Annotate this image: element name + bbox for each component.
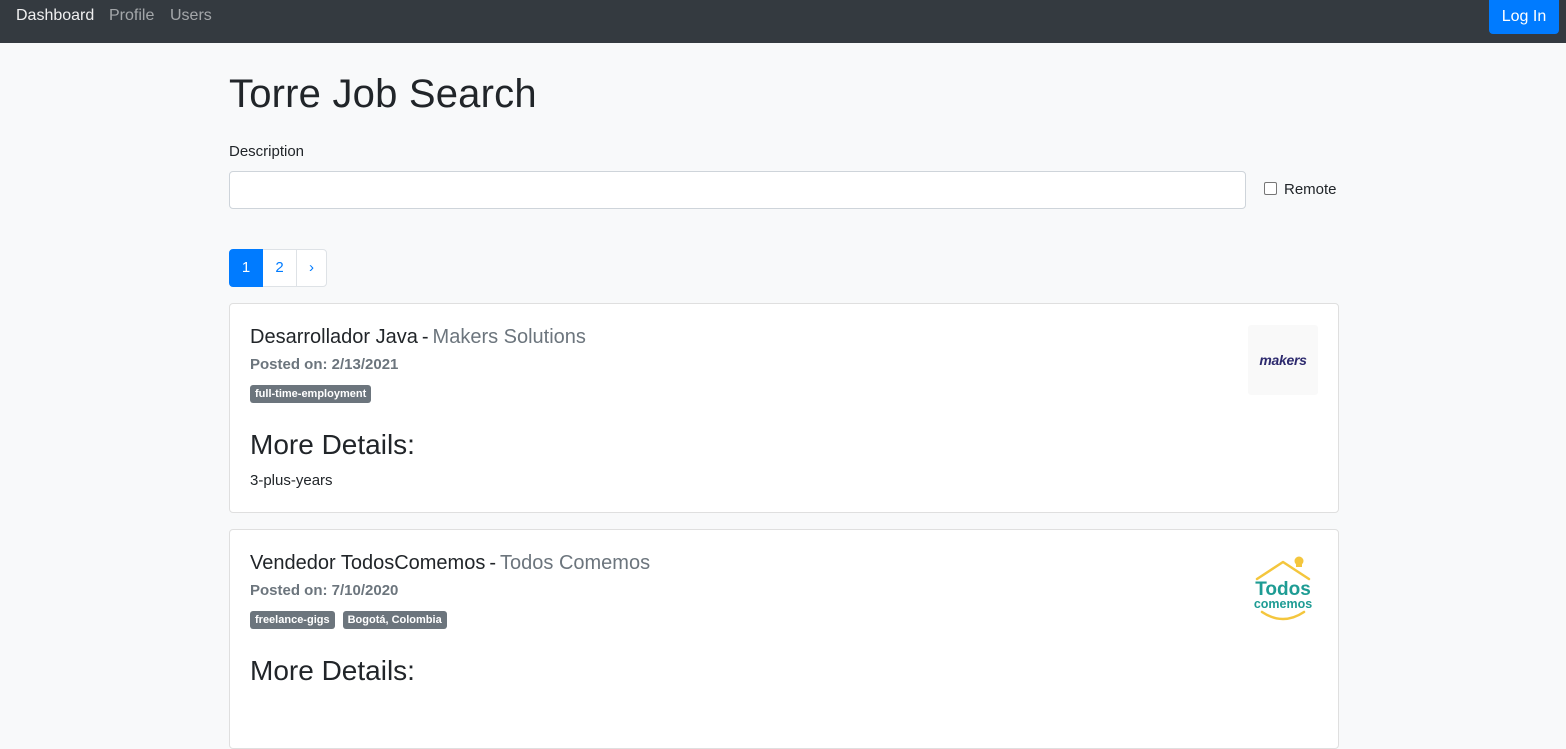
- nav-profile-link[interactable]: Profile: [109, 6, 154, 26]
- remote-label[interactable]: Remote: [1284, 180, 1337, 200]
- company-logo: Todos comemos: [1254, 556, 1312, 621]
- logo-smile-shape: [1260, 610, 1306, 621]
- tag-list: freelance-gigs Bogotá, Colombia: [250, 611, 455, 629]
- tag-badge: full-time-employment: [250, 385, 372, 403]
- description-label: Description: [229, 143, 305, 160]
- next-page-button[interactable]: ›: [296, 249, 327, 287]
- posted-date: Posted on: 7/10/2020: [250, 582, 399, 599]
- tag-list: full-time-employment: [250, 385, 379, 403]
- pagination: 1 2 ›: [229, 249, 327, 287]
- job-title: Desarrollador Java: [250, 326, 418, 348]
- job-title-line: Desarrollador Java - Makers Solutions: [250, 325, 586, 349]
- title-separator: -: [421, 326, 429, 348]
- posted-date: Posted on: 2/13/2021: [250, 356, 399, 373]
- description-input[interactable]: [229, 171, 1246, 209]
- title-separator: -: [489, 552, 497, 574]
- job-card: Vendedor TodosComemos - Todos Comemos Post…: [229, 529, 1339, 749]
- job-title: Vendedor TodosComemos: [250, 552, 486, 574]
- page-title: Torre Job Search: [229, 72, 537, 116]
- detail-text: 3-plus-years: [250, 472, 333, 489]
- more-details-heading: More Details:: [250, 655, 415, 686]
- logo-text-bottom: comemos: [1254, 597, 1312, 611]
- company-name: Todos Comemos: [500, 552, 651, 574]
- logo-chef-hat-base: [1296, 563, 1302, 567]
- job-title-line: Vendedor TodosComemos - Todos Comemos: [250, 551, 650, 575]
- nav-users-link[interactable]: Users: [170, 6, 212, 26]
- tag-badge: freelance-gigs: [250, 611, 335, 629]
- top-navbar: Dashboard Profile Users Log In: [0, 0, 1566, 43]
- login-button[interactable]: Log In: [1489, 0, 1559, 34]
- page-1-button[interactable]: 1: [229, 249, 263, 287]
- tag-badge: Bogotá, Colombia: [342, 611, 447, 629]
- job-card: Desarrollador Java - Makers Solutions Post…: [229, 303, 1339, 513]
- page-2-button[interactable]: 2: [262, 249, 297, 287]
- nav-dashboard-link[interactable]: Dashboard: [16, 6, 94, 26]
- more-details-heading: More Details:: [250, 429, 415, 460]
- company-logo: makers: [1248, 325, 1318, 395]
- company-name: Makers Solutions: [432, 326, 586, 348]
- remote-checkbox[interactable]: [1264, 182, 1277, 195]
